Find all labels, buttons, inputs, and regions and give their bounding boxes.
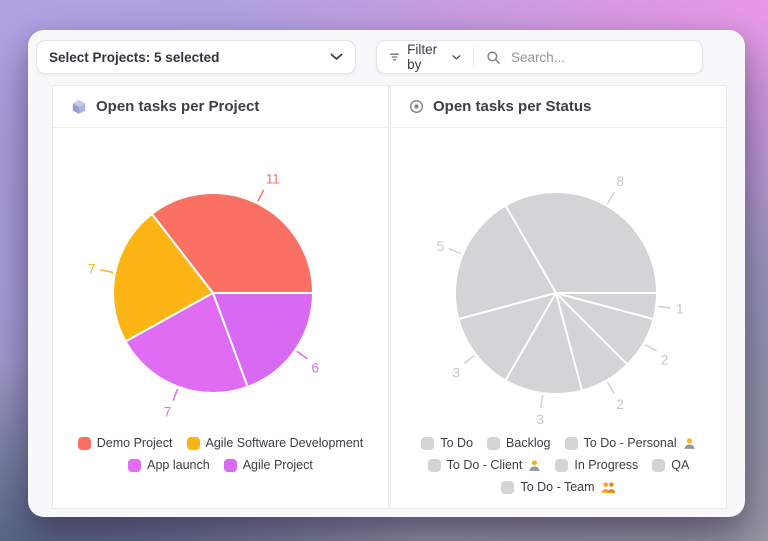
person-emoji <box>528 459 541 472</box>
projects-legend: Demo Project Agile Software Development Ap… <box>53 434 388 472</box>
legend-swatch <box>427 458 441 472</box>
pie-chart-projects: 11 7 7 6 <box>88 171 320 420</box>
legend-item-qa[interactable]: QA <box>652 458 689 472</box>
legend-label: Agile Software Development <box>205 436 364 450</box>
pie-callout-line <box>463 355 475 365</box>
filter-search-group: Filter by <box>376 40 703 74</box>
team-emoji <box>601 481 616 494</box>
select-projects-label: Select Projects: 5 selected <box>49 49 220 65</box>
card-title: Open tasks per Project <box>96 98 260 115</box>
pie-callout-line <box>257 189 265 202</box>
legend-label: In Progress <box>574 458 639 472</box>
search-box <box>474 41 702 73</box>
select-projects-dropdown[interactable]: Select Projects: 5 selected <box>36 40 356 74</box>
pie-callout-line <box>448 247 462 255</box>
pie-callout-line <box>606 192 615 205</box>
card-open-tasks-per-status: Open tasks per Status 8 5 3 3 2 2 1 To Do Backl… <box>390 85 727 509</box>
person-icon <box>529 459 540 471</box>
search-icon <box>487 50 500 64</box>
legend-label: QA <box>671 458 690 472</box>
pie-callout-line <box>540 395 544 409</box>
legend-item-agile-project[interactable]: Agile Project <box>223 458 313 472</box>
pie-value-label: 8 <box>617 174 625 189</box>
status-legend: To Do Backlog To Do - Personal To Do - Clie… <box>391 434 726 494</box>
pie-value-label: 6 <box>312 361 320 376</box>
legend-label: To Do - Personal <box>583 436 677 450</box>
dashboard-window: Select Projects: 5 selected Filter by Se… <box>28 30 745 517</box>
legend-label: Demo Project <box>96 436 173 450</box>
chevron-down-icon <box>452 54 461 59</box>
legend-item-to-do-client[interactable]: To Do - Client <box>427 458 542 472</box>
pie-callout-line <box>606 381 615 394</box>
filter-icon <box>390 53 399 61</box>
legend-item-agile-software-development[interactable]: Agile Software Development <box>186 436 364 450</box>
cube-icon <box>72 99 86 114</box>
pie-value-label: 5 <box>437 239 445 254</box>
pie-value-label: 3 <box>452 366 460 381</box>
legend-item-to-do[interactable]: To Do <box>421 436 473 450</box>
legend-item-to-do-team[interactable]: To Do - Team <box>501 480 615 494</box>
legend-label: App launch <box>147 458 210 472</box>
person-emoji <box>683 437 696 450</box>
legend-item-in-progress[interactable]: In Progress <box>555 458 638 472</box>
legend-item-demo-project[interactable]: Demo Project <box>77 436 173 450</box>
legend-label: To Do - Team <box>520 480 595 494</box>
legend-item-to-do-personal[interactable]: To Do - Personal <box>564 436 696 450</box>
search-input[interactable] <box>509 48 690 66</box>
legend-label: Agile Project <box>242 458 313 472</box>
card-open-tasks-per-project: Open tasks per Project 11 7 7 6 Demo Projec… <box>52 85 389 509</box>
legend-label: To Do - Client <box>446 458 523 472</box>
legend-swatch <box>501 480 515 494</box>
pie-callout-line <box>296 350 308 360</box>
legend-swatch <box>487 436 501 450</box>
filter-by-button[interactable]: Filter by <box>377 41 473 73</box>
legend-swatch <box>564 436 578 450</box>
filter-by-label: Filter by <box>407 42 438 72</box>
pie-callout-line <box>644 343 657 352</box>
pie-chart-status: 8 5 3 3 2 2 1 <box>437 174 684 427</box>
legend-swatch <box>77 436 91 450</box>
legend-item-backlog[interactable]: Backlog <box>487 436 551 450</box>
pie-value-label: 2 <box>661 353 669 368</box>
card-title: Open tasks per Status <box>433 98 592 115</box>
legend-swatch <box>186 436 200 450</box>
legend-swatch <box>128 458 142 472</box>
card-header: Open tasks per Project <box>53 86 388 128</box>
status-radio-icon <box>409 99 424 114</box>
legend-swatch <box>421 436 435 450</box>
chevron-down-icon <box>330 53 343 60</box>
card-header: Open tasks per Status <box>391 86 726 128</box>
team-icon <box>601 481 615 493</box>
pie-callout-line <box>658 305 672 309</box>
legend-label: Backlog <box>506 436 551 450</box>
legend-label: To Do <box>440 436 474 450</box>
legend-swatch <box>223 458 237 472</box>
person-icon <box>684 437 695 449</box>
legend-item-app-launch[interactable]: App launch <box>128 458 210 472</box>
legend-swatch <box>652 458 666 472</box>
pie-value-label: 1 <box>676 301 684 316</box>
legend-swatch <box>555 458 569 472</box>
pie-value-label: 11 <box>266 171 280 186</box>
pie-value-label: 7 <box>88 261 96 276</box>
pie-value-label: 7 <box>164 405 172 420</box>
pie-callout-line <box>172 388 179 402</box>
pie-callout-line <box>100 269 114 274</box>
pie-value-label: 2 <box>617 397 625 412</box>
pie-value-label: 3 <box>536 412 544 427</box>
